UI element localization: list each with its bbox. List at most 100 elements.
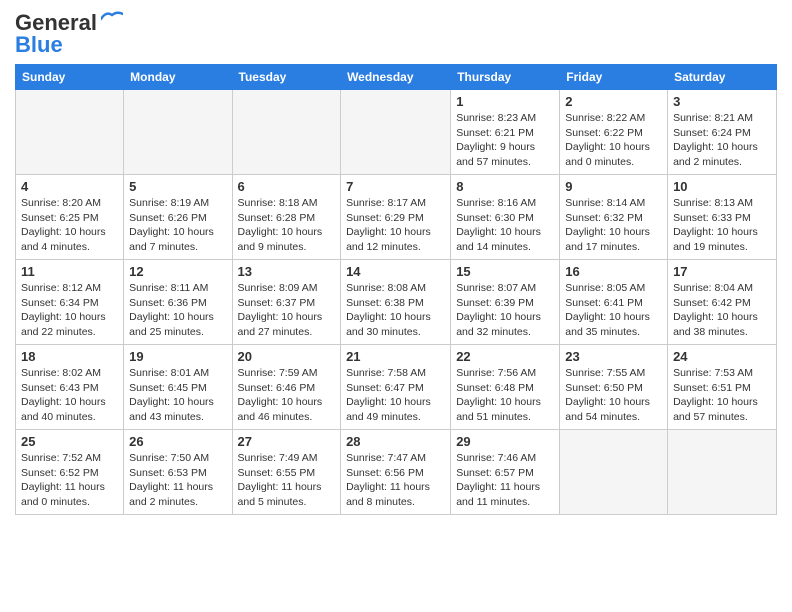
calendar-cell: 19 Sunrise: 8:01 AMSunset: 6:45 PMDayligh… <box>124 345 232 430</box>
logo-blue: Blue <box>15 32 63 58</box>
day-number: 22 <box>456 349 554 364</box>
calendar-cell: 22 Sunrise: 7:56 AMSunset: 6:48 PMDayligh… <box>451 345 560 430</box>
day-info: Sunrise: 8:21 AMSunset: 6:24 PMDaylight:… <box>673 111 771 170</box>
day-info: Sunrise: 7:50 AMSunset: 6:53 PMDaylight:… <box>129 451 226 510</box>
weekday-header: Thursday <box>451 65 560 90</box>
calendar-cell: 18 Sunrise: 8:02 AMSunset: 6:43 PMDayligh… <box>16 345 124 430</box>
day-number: 10 <box>673 179 771 194</box>
calendar-cell: 5 Sunrise: 8:19 AMSunset: 6:26 PMDaylight… <box>124 175 232 260</box>
day-info: Sunrise: 8:01 AMSunset: 6:45 PMDaylight:… <box>129 366 226 425</box>
day-number: 29 <box>456 434 554 449</box>
day-info: Sunrise: 8:13 AMSunset: 6:33 PMDaylight:… <box>673 196 771 255</box>
day-info: Sunrise: 8:19 AMSunset: 6:26 PMDaylight:… <box>129 196 226 255</box>
day-number: 4 <box>21 179 118 194</box>
day-number: 1 <box>456 94 554 109</box>
day-number: 26 <box>129 434 226 449</box>
day-number: 19 <box>129 349 226 364</box>
day-info: Sunrise: 7:55 AMSunset: 6:50 PMDaylight:… <box>565 366 662 425</box>
calendar-cell: 4 Sunrise: 8:20 AMSunset: 6:25 PMDaylight… <box>16 175 124 260</box>
weekday-header: Friday <box>560 65 668 90</box>
logo: General Blue <box>15 10 123 58</box>
day-info: Sunrise: 8:07 AMSunset: 6:39 PMDaylight:… <box>456 281 554 340</box>
calendar-cell: 24 Sunrise: 7:53 AMSunset: 6:51 PMDayligh… <box>668 345 777 430</box>
day-info: Sunrise: 8:04 AMSunset: 6:42 PMDaylight:… <box>673 281 771 340</box>
calendar-cell: 3 Sunrise: 8:21 AMSunset: 6:24 PMDaylight… <box>668 90 777 175</box>
day-number: 21 <box>346 349 445 364</box>
calendar-cell: 11 Sunrise: 8:12 AMSunset: 6:34 PMDayligh… <box>16 260 124 345</box>
day-number: 24 <box>673 349 771 364</box>
day-number: 28 <box>346 434 445 449</box>
day-info: Sunrise: 7:52 AMSunset: 6:52 PMDaylight:… <box>21 451 118 510</box>
day-info: Sunrise: 8:20 AMSunset: 6:25 PMDaylight:… <box>21 196 118 255</box>
day-number: 8 <box>456 179 554 194</box>
calendar-cell: 16 Sunrise: 8:05 AMSunset: 6:41 PMDayligh… <box>560 260 668 345</box>
calendar-cell: 20 Sunrise: 7:59 AMSunset: 6:46 PMDayligh… <box>232 345 341 430</box>
day-number: 5 <box>129 179 226 194</box>
calendar-cell: 14 Sunrise: 8:08 AMSunset: 6:38 PMDayligh… <box>341 260 451 345</box>
day-info: Sunrise: 8:08 AMSunset: 6:38 PMDaylight:… <box>346 281 445 340</box>
day-info: Sunrise: 8:17 AMSunset: 6:29 PMDaylight:… <box>346 196 445 255</box>
day-info: Sunrise: 7:56 AMSunset: 6:48 PMDaylight:… <box>456 366 554 425</box>
calendar-cell <box>16 90 124 175</box>
day-number: 17 <box>673 264 771 279</box>
day-number: 2 <box>565 94 662 109</box>
day-number: 18 <box>21 349 118 364</box>
day-info: Sunrise: 8:23 AMSunset: 6:21 PMDaylight:… <box>456 111 554 170</box>
calendar-cell: 6 Sunrise: 8:18 AMSunset: 6:28 PMDaylight… <box>232 175 341 260</box>
day-info: Sunrise: 8:18 AMSunset: 6:28 PMDaylight:… <box>238 196 336 255</box>
weekday-header: Monday <box>124 65 232 90</box>
calendar-cell: 13 Sunrise: 8:09 AMSunset: 6:37 PMDayligh… <box>232 260 341 345</box>
day-info: Sunrise: 8:12 AMSunset: 6:34 PMDaylight:… <box>21 281 118 340</box>
calendar-cell <box>124 90 232 175</box>
calendar-cell: 8 Sunrise: 8:16 AMSunset: 6:30 PMDaylight… <box>451 175 560 260</box>
day-number: 20 <box>238 349 336 364</box>
calendar-cell: 7 Sunrise: 8:17 AMSunset: 6:29 PMDaylight… <box>341 175 451 260</box>
day-number: 11 <box>21 264 118 279</box>
calendar-cell: 23 Sunrise: 7:55 AMSunset: 6:50 PMDayligh… <box>560 345 668 430</box>
day-info: Sunrise: 8:14 AMSunset: 6:32 PMDaylight:… <box>565 196 662 255</box>
calendar-cell: 29Sunrise: 7:46 AMSunset: 6:57 PMDayligh… <box>451 430 560 515</box>
day-info: Sunrise: 8:22 AMSunset: 6:22 PMDaylight:… <box>565 111 662 170</box>
calendar-cell: 10 Sunrise: 8:13 AMSunset: 6:33 PMDayligh… <box>668 175 777 260</box>
calendar-cell: 2 Sunrise: 8:22 AMSunset: 6:22 PMDaylight… <box>560 90 668 175</box>
weekday-header: Saturday <box>668 65 777 90</box>
day-number: 6 <box>238 179 336 194</box>
day-info: Sunrise: 7:47 AMSunset: 6:56 PMDaylight:… <box>346 451 445 510</box>
day-number: 12 <box>129 264 226 279</box>
day-number: 9 <box>565 179 662 194</box>
logo-bird-icon <box>101 11 123 27</box>
day-info: Sunrise: 7:59 AMSunset: 6:46 PMDaylight:… <box>238 366 336 425</box>
calendar-cell <box>341 90 451 175</box>
calendar-cell: 21 Sunrise: 7:58 AMSunset: 6:47 PMDayligh… <box>341 345 451 430</box>
calendar-cell: 17 Sunrise: 8:04 AMSunset: 6:42 PMDayligh… <box>668 260 777 345</box>
day-info: Sunrise: 8:11 AMSunset: 6:36 PMDaylight:… <box>129 281 226 340</box>
weekday-header: Wednesday <box>341 65 451 90</box>
weekday-header: Sunday <box>16 65 124 90</box>
day-number: 15 <box>456 264 554 279</box>
calendar-cell: 12 Sunrise: 8:11 AMSunset: 6:36 PMDayligh… <box>124 260 232 345</box>
calendar-cell: 28 Sunrise: 7:47 AMSunset: 6:56 PMDayligh… <box>341 430 451 515</box>
day-info: Sunrise: 8:16 AMSunset: 6:30 PMDaylight:… <box>456 196 554 255</box>
calendar-cell: 9 Sunrise: 8:14 AMSunset: 6:32 PMDaylight… <box>560 175 668 260</box>
day-info: Sunrise: 7:53 AMSunset: 6:51 PMDaylight:… <box>673 366 771 425</box>
day-number: 14 <box>346 264 445 279</box>
day-number: 3 <box>673 94 771 109</box>
weekday-header: Tuesday <box>232 65 341 90</box>
day-number: 16 <box>565 264 662 279</box>
calendar-cell <box>668 430 777 515</box>
day-info: Sunrise: 8:05 AMSunset: 6:41 PMDaylight:… <box>565 281 662 340</box>
day-number: 13 <box>238 264 336 279</box>
day-info: Sunrise: 7:58 AMSunset: 6:47 PMDaylight:… <box>346 366 445 425</box>
day-info: Sunrise: 8:02 AMSunset: 6:43 PMDaylight:… <box>21 366 118 425</box>
calendar-cell: 25 Sunrise: 7:52 AMSunset: 6:52 PMDayligh… <box>16 430 124 515</box>
day-number: 25 <box>21 434 118 449</box>
calendar-cell: 1 Sunrise: 8:23 AMSunset: 6:21 PMDaylight… <box>451 90 560 175</box>
day-number: 27 <box>238 434 336 449</box>
calendar-cell <box>560 430 668 515</box>
day-info: Sunrise: 8:09 AMSunset: 6:37 PMDaylight:… <box>238 281 336 340</box>
day-number: 23 <box>565 349 662 364</box>
calendar-cell: 15 Sunrise: 8:07 AMSunset: 6:39 PMDayligh… <box>451 260 560 345</box>
calendar-cell: 27Sunrise: 7:49 AMSunset: 6:55 PMDayligh… <box>232 430 341 515</box>
calendar-cell: 26 Sunrise: 7:50 AMSunset: 6:53 PMDayligh… <box>124 430 232 515</box>
day-number: 7 <box>346 179 445 194</box>
